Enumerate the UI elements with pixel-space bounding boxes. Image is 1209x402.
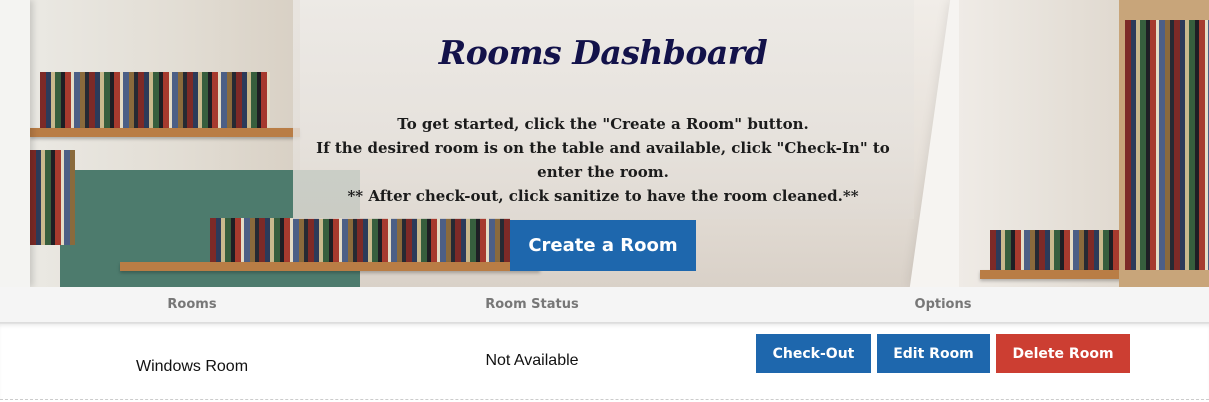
instruction-line: To get started, click the "Create a Room… [397,115,809,133]
instruction-line: If the desired room is on the table and … [316,139,890,157]
create-room-button[interactable]: Create a Room [510,220,696,271]
instruction-line: enter the room. [537,163,669,181]
edit-room-button[interactable]: Edit Room [877,334,990,373]
table-row: Windows Room Not Available Check-Out Edi… [0,323,1209,400]
room-name-cell: Windows Room [135,358,249,375]
instruction-line: ** After check-out, click sanitize to ha… [347,187,859,205]
column-header-options: Options [914,297,972,312]
bookshelf-books [1125,20,1209,270]
instructions: To get started, click the "Create a Room… [293,112,913,208]
bookshelf-shelf [30,128,300,137]
room-status-cell: Not Available [485,352,579,369]
bookshelf-shelf [120,262,540,271]
bookshelf-books [210,218,510,262]
bookshelf-books [990,230,1120,270]
check-out-button[interactable]: Check-Out [756,334,871,373]
white-pillar [0,0,30,287]
bookshelf-shelf [980,270,1130,279]
intro-panel: Rooms Dashboard To get started, click th… [293,0,914,219]
delete-room-button[interactable]: Delete Room [996,334,1130,373]
table-header: Rooms Room Status Options [0,287,1209,323]
column-header-room-status: Room Status [485,297,579,312]
bookshelf-books [40,72,270,130]
bookshelf-books [30,150,75,245]
column-header-rooms: Rooms [167,297,217,312]
page-title: Rooms Dashboard [438,33,768,72]
